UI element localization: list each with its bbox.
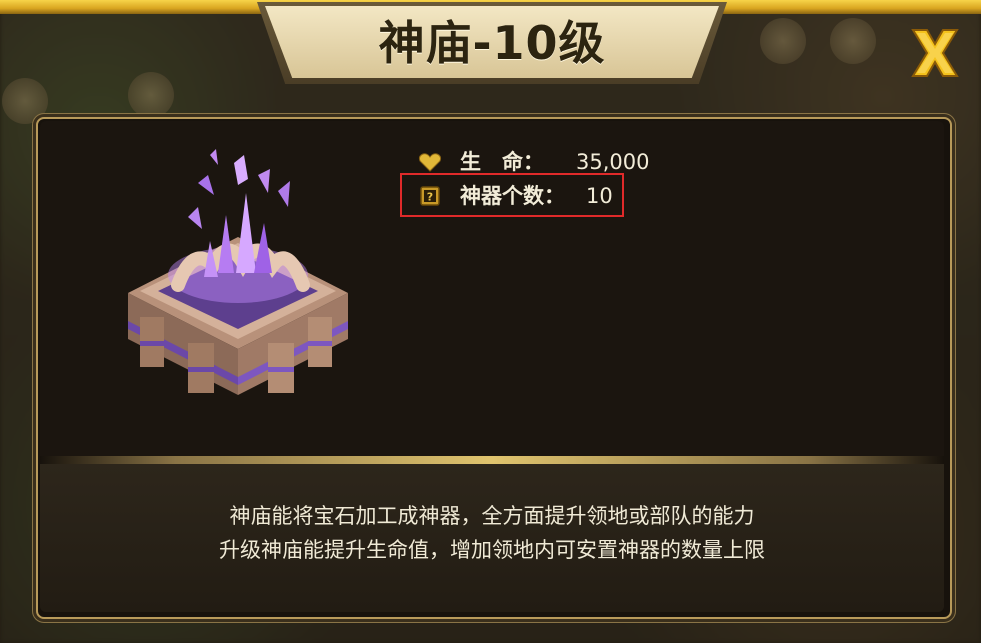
hp-label: 生 命： — [460, 150, 544, 174]
game-screen: 神庙-10级 生 命： 35,000 ? 神器个数： 10 神庙能将宝石加工成神… — [0, 0, 981, 643]
panel-divider — [40, 456, 944, 464]
close-button[interactable] — [905, 24, 965, 82]
heart-icon — [418, 153, 442, 172]
dialog-title: 神庙-10级 — [378, 16, 606, 70]
highlight-box — [400, 173, 624, 217]
description-line-2: 升级神庙能提升生命值，增加领地内可安置神器的数量上限 — [219, 538, 765, 562]
close-icon — [911, 29, 959, 77]
temple-building-image — [128, 149, 348, 395]
background-side-button — [128, 72, 174, 118]
hp-value: 35,000 — [576, 150, 650, 174]
background-side-button — [760, 18, 806, 64]
stat-row-hp: 生 命： 35,000 — [418, 149, 718, 175]
background-side-button — [830, 18, 876, 64]
description-line-1: 神庙能将宝石加工成神器，全方面提升领地或部队的能力 — [229, 504, 755, 528]
